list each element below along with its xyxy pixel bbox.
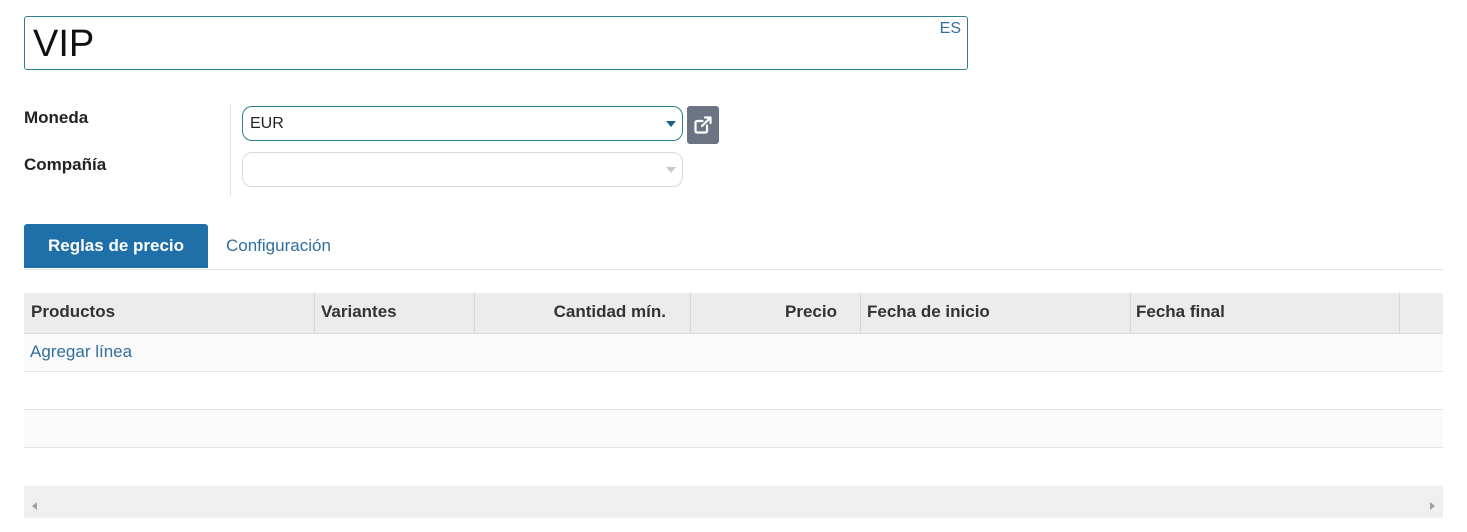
scroll-left-icon[interactable] <box>32 502 37 510</box>
caret-down-icon[interactable] <box>666 121 676 127</box>
currency-select-value: EUR <box>250 115 284 132</box>
external-link-icon <box>694 116 712 134</box>
pricelist-name-value[interactable]: VIP <box>33 21 94 67</box>
table-row: Agregar línea <box>24 334 1443 372</box>
column-separator <box>1399 293 1400 333</box>
company-label: Compañía <box>24 155 107 174</box>
external-link-button[interactable] <box>687 106 719 144</box>
pricelist-form: VIP ES Moneda Compañía EUR Reglas de pre… <box>0 0 1467 532</box>
column-header-products[interactable]: Productos <box>31 293 314 333</box>
table-row <box>24 410 1443 448</box>
currency-select[interactable]: EUR <box>242 106 683 141</box>
table-row <box>24 372 1443 410</box>
currency-label: Moneda <box>24 108 89 127</box>
column-header-min-quantity[interactable]: Cantidad mín. <box>474 293 666 333</box>
column-header-price[interactable]: Precio <box>690 293 837 333</box>
column-separator <box>314 293 315 333</box>
scroll-right-icon[interactable] <box>1430 502 1435 510</box>
column-separator <box>860 293 861 333</box>
column-separator <box>1130 293 1131 333</box>
horizontal-scrollbar[interactable] <box>24 486 1443 518</box>
tab-configuration[interactable]: Configuración <box>226 236 331 256</box>
caret-down-icon[interactable] <box>666 167 676 173</box>
column-header-end-date[interactable]: Fecha final <box>1136 293 1396 333</box>
table-header: Productos Variantes Cantidad mín. Precio… <box>24 293 1443 334</box>
label-separator <box>230 104 231 196</box>
column-header-start-date[interactable]: Fecha de inicio <box>867 293 1127 333</box>
column-header-variants[interactable]: Variantes <box>321 293 471 333</box>
tab-divider <box>24 269 1443 270</box>
language-button[interactable]: ES <box>940 20 961 38</box>
pricelist-name-field[interactable]: VIP ES <box>24 16 968 70</box>
add-line-link[interactable]: Agregar línea <box>30 342 132 362</box>
tab-price-rules[interactable]: Reglas de precio <box>24 224 208 268</box>
company-select[interactable] <box>242 152 683 187</box>
